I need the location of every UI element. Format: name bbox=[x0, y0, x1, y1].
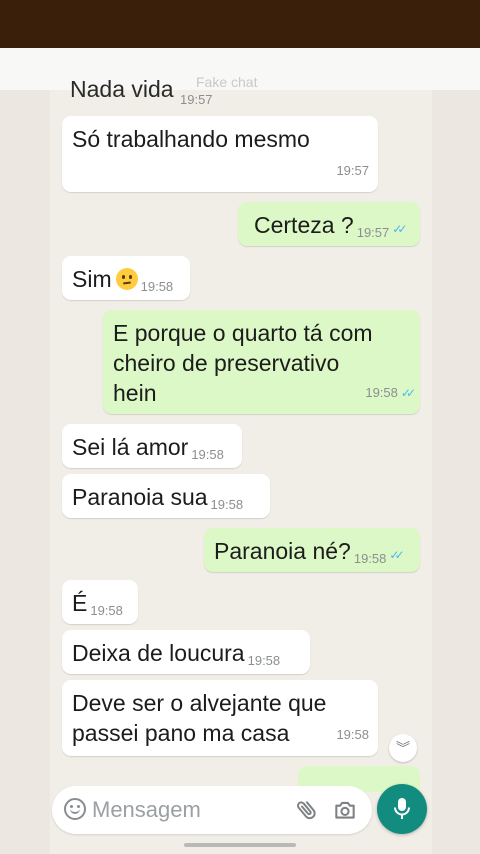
double-check-icon: ✓✓ bbox=[389, 548, 404, 562]
message-bubble-outgoing[interactable]: Certeza ? 19:57 ✓✓ bbox=[238, 202, 420, 246]
partial-message-time: 19:57 bbox=[180, 92, 213, 107]
message-line: E porque o quarto tá com bbox=[113, 320, 373, 346]
top-status-bar bbox=[0, 0, 480, 48]
message-text: Deixa de loucura bbox=[72, 640, 245, 666]
message-bubble-incoming[interactable]: Sei lá amor 19:58 bbox=[62, 424, 242, 468]
message-bubble-outgoing[interactable]: Paranoia né? 19:58 ✓✓ bbox=[204, 528, 420, 572]
double-check-icon: ✓✓ bbox=[392, 222, 407, 236]
message-input[interactable] bbox=[92, 794, 282, 826]
message-bubble-incoming[interactable]: Paranoia sua 19:58 bbox=[62, 474, 270, 518]
home-indicator bbox=[184, 843, 296, 847]
message-bubble-outgoing[interactable]: E porque o quarto tá com cheiro de prese… bbox=[103, 310, 420, 414]
message-text: Certeza ? bbox=[254, 212, 354, 238]
message-bubble-incoming[interactable]: Deve ser o alvejante que passei pano ma … bbox=[62, 680, 378, 756]
attach-icon[interactable] bbox=[294, 796, 320, 824]
slightly-frowning-face-icon bbox=[115, 268, 138, 290]
message-line: passei pano ma casa bbox=[72, 720, 290, 746]
partial-message-text: Nada vida bbox=[70, 76, 174, 102]
mic-button[interactable] bbox=[377, 784, 427, 834]
message-text: Sei lá amor bbox=[72, 434, 189, 460]
mic-icon bbox=[394, 798, 410, 819]
message-time: 19:58 bbox=[336, 727, 369, 742]
message-time: 19:58 bbox=[140, 279, 174, 294]
message-text: Sim bbox=[72, 266, 112, 292]
message-time: 19:58 bbox=[210, 497, 244, 512]
scroll-down-icon: ︾ bbox=[396, 740, 410, 756]
emoji-icon[interactable] bbox=[64, 798, 86, 820]
message-time: 19:57 bbox=[336, 163, 369, 178]
message-text: Só trabalhando mesmo bbox=[72, 126, 310, 152]
double-check-icon: ✓✓ bbox=[400, 386, 416, 400]
message-time: 19:58 bbox=[247, 653, 281, 668]
message-composer bbox=[52, 786, 372, 834]
message-time-group: 19:58 ✓✓ bbox=[365, 378, 416, 408]
message-bubble-incoming[interactable]: É 19:58 bbox=[62, 580, 138, 624]
scroll-down-button[interactable]: ︾ bbox=[389, 734, 417, 762]
message-bubble-incoming[interactable]: Sim 19:58 bbox=[62, 256, 190, 300]
message-time: 19:57 bbox=[356, 225, 390, 240]
message-line: cheiro de preservativo bbox=[113, 350, 340, 376]
watermark-text: Fake chat bbox=[196, 74, 258, 90]
message-bubble-incoming[interactable]: Só trabalhando mesmo 19:57 bbox=[62, 116, 378, 192]
message-line: Deve ser o alvejante que bbox=[72, 690, 327, 716]
message-time: 19:58 bbox=[90, 603, 123, 618]
message-time: 19:58 bbox=[191, 447, 224, 462]
message-text: Paranoia sua bbox=[72, 484, 208, 510]
message-time: 19:58 bbox=[353, 551, 387, 566]
message-time: 19:58 bbox=[365, 385, 398, 400]
message-text: Paranoia né? bbox=[214, 538, 351, 564]
camera-icon[interactable] bbox=[332, 797, 358, 823]
message-text: É bbox=[72, 590, 88, 616]
message-bubble-incoming[interactable]: Deixa de loucura 19:58 bbox=[62, 630, 310, 674]
